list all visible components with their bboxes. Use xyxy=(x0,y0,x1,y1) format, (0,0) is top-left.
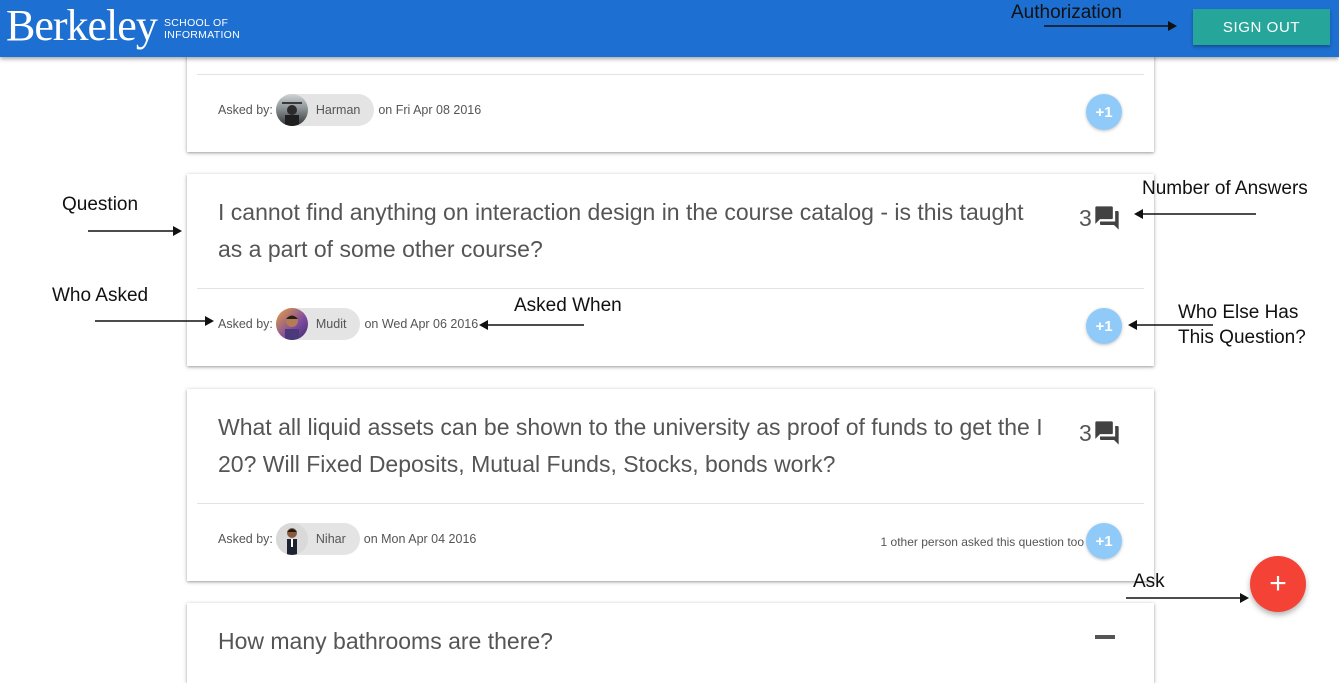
annotation-question: Question xyxy=(62,194,139,215)
arrow-icon xyxy=(1126,593,1249,603)
avatar xyxy=(275,94,308,126)
arrow-icon xyxy=(1044,21,1177,31)
user-chip[interactable]: Mudit xyxy=(275,308,361,340)
user-chip[interactable]: Harman xyxy=(275,94,375,126)
user-name: Harman xyxy=(315,103,361,117)
asked-date: on Wed Apr 06 2016 xyxy=(364,317,479,331)
forum-icon xyxy=(1095,421,1119,445)
school-name: SCHOOL OF INFORMATION xyxy=(164,17,240,41)
asked-by-label: Asked by: xyxy=(218,532,273,546)
asked-by-row: Asked by: Mudit on Wed Apr 06 2016 xyxy=(218,308,478,340)
plus-one-button[interactable]: +1 xyxy=(1086,94,1122,130)
user-name: Mudit xyxy=(315,317,347,331)
others-asked-text: 1 other person asked this question too xyxy=(880,535,1084,549)
sign-out-button[interactable]: SIGN OUT xyxy=(1193,9,1330,45)
question-text[interactable]: What all liquid assets can be shown to t… xyxy=(218,409,1048,483)
plus-one-button[interactable]: +1 xyxy=(1086,308,1122,344)
app-header: Berkeley SCHOOL OF INFORMATION Authoriza… xyxy=(0,0,1339,57)
arrow-icon xyxy=(479,320,584,330)
card-divider xyxy=(197,288,1144,289)
plus-one-button[interactable]: +1 xyxy=(1086,523,1122,559)
asked-by-label: Asked by: xyxy=(218,103,273,117)
avatar xyxy=(275,523,308,555)
arrow-icon xyxy=(1128,320,1213,330)
question-text[interactable]: How many bathrooms are there? xyxy=(218,623,1048,660)
forum-icon xyxy=(1095,635,1115,639)
answer-count[interactable]: 3 xyxy=(1079,419,1121,447)
answer-count-value: 3 xyxy=(1079,419,1092,446)
question-text[interactable]: I cannot find anything on interaction de… xyxy=(218,194,1048,268)
avatar xyxy=(275,308,308,340)
answer-count[interactable]: 3 xyxy=(1079,204,1121,232)
card-divider xyxy=(197,74,1144,75)
arrow-icon xyxy=(95,316,214,326)
annotation-who-asked: Who Asked xyxy=(52,285,149,306)
school-name-line-2: INFORMATION xyxy=(164,29,241,41)
question-card: I cannot find anything on interaction de… xyxy=(187,174,1154,366)
arrow-icon xyxy=(88,226,182,236)
card-divider xyxy=(197,503,1144,504)
forum-icon xyxy=(1095,206,1119,230)
school-name-line-1: SCHOOL OF xyxy=(164,17,229,29)
asked-date: on Fri Apr 08 2016 xyxy=(378,103,482,117)
user-name: Nihar xyxy=(315,532,346,546)
asked-by-row: Asked by: Harman on Fri Apr 08 2016 xyxy=(218,94,481,126)
question-card: How many bathrooms are there? xyxy=(187,603,1154,683)
ask-question-button[interactable]: + xyxy=(1250,556,1306,612)
user-chip[interactable]: Nihar xyxy=(275,523,360,555)
berkeley-logo[interactable]: Berkeley xyxy=(6,0,158,52)
annotation-asked-when: Asked When xyxy=(514,295,622,316)
arrow-icon xyxy=(1134,209,1256,219)
answer-count-value: 3 xyxy=(1079,204,1092,231)
asked-by-row: Asked by: Nihar on Mon Apr 04 2016 xyxy=(218,523,476,555)
annotation-number-of-answers: Number of Answers xyxy=(1142,178,1308,199)
question-card: What all liquid assets can be shown to t… xyxy=(187,389,1154,581)
asked-by-label: Asked by: xyxy=(218,317,273,331)
asked-date: on Mon Apr 04 2016 xyxy=(363,532,477,546)
